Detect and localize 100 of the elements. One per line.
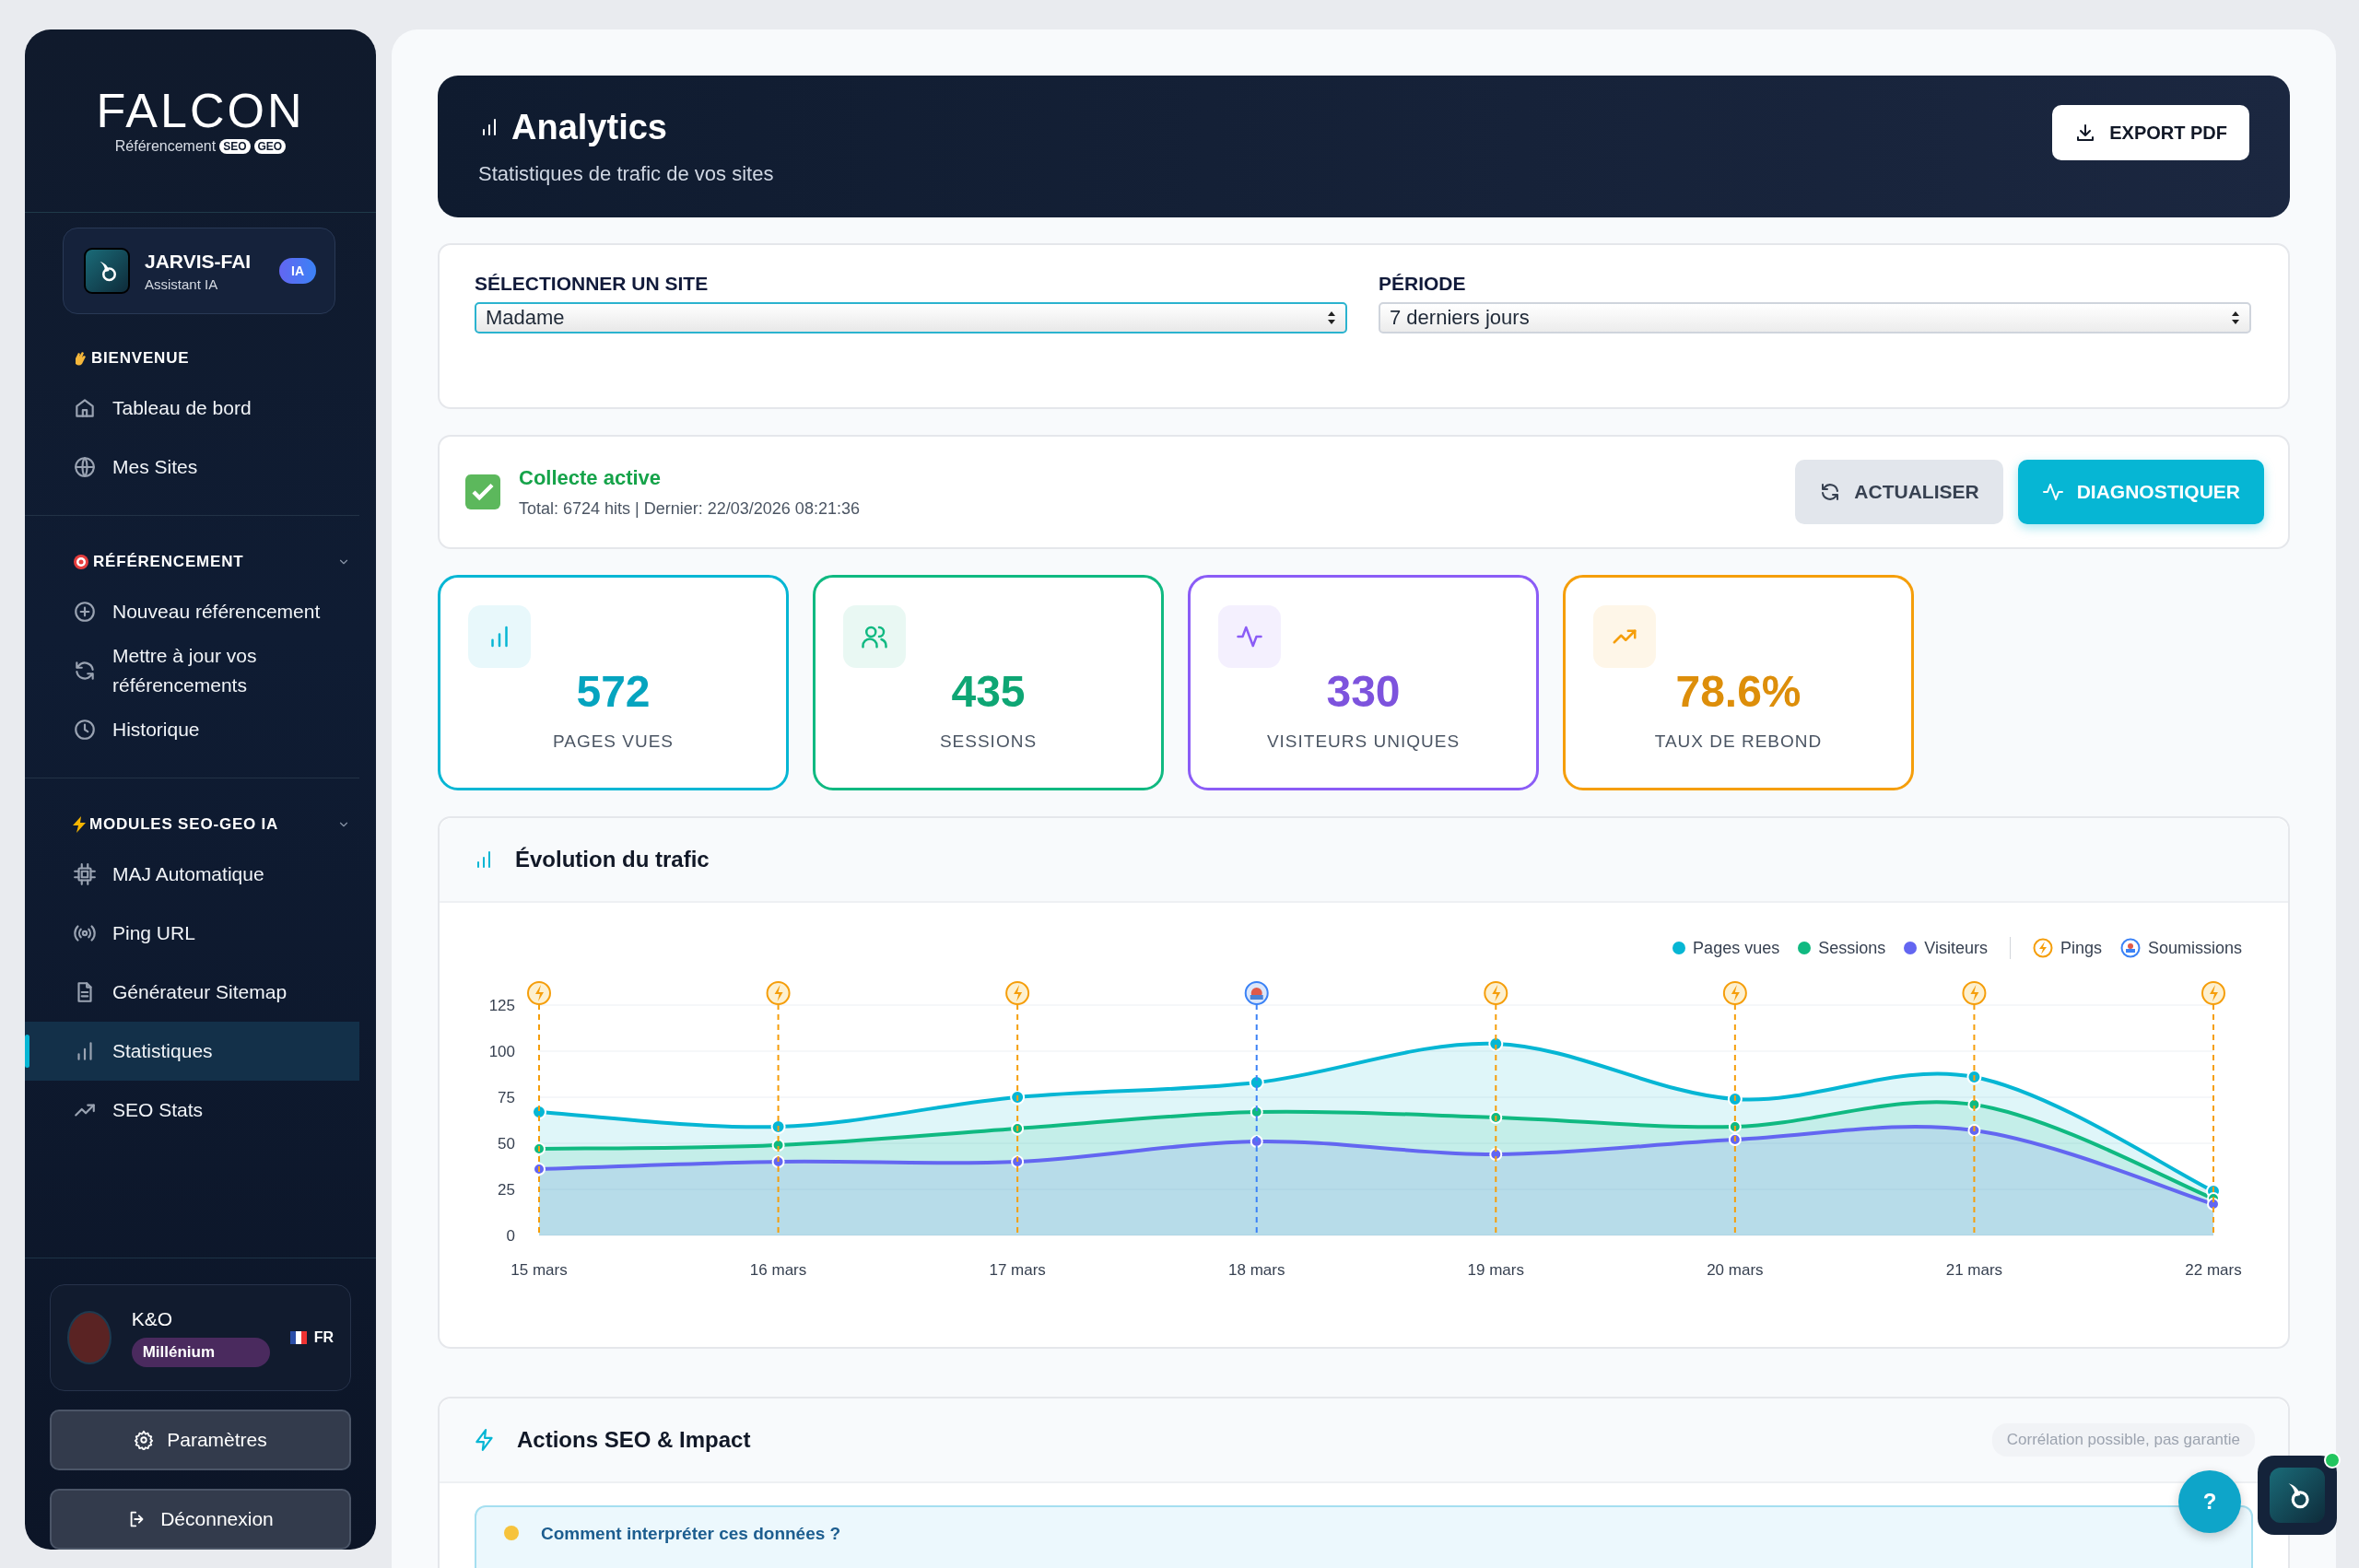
nav-item[interactable]: MAJ Automatique	[25, 845, 359, 904]
select-arrows-icon	[2231, 310, 2240, 326]
logo-tagline: Référencement	[114, 138, 217, 155]
axis-label: 22 mars	[2185, 1261, 2242, 1279]
data-point	[1250, 1135, 1263, 1148]
field-label: SÉLECTIONNER UN SITE	[475, 273, 710, 295]
pulse-icon	[2041, 481, 2064, 503]
page-title: Analytics	[511, 107, 667, 147]
nav-item[interactable]: Nouveau référencement	[25, 582, 359, 641]
user-name: K&O	[131, 1308, 174, 1330]
disclaimer-badge: Corrélation possible, pas garantie	[1991, 1423, 2255, 1457]
ai-badge: IA	[279, 258, 316, 284]
section-heading: BIENVENUE	[91, 349, 190, 368]
stat-value: 330	[1326, 666, 1401, 717]
axis-label: 25	[498, 1181, 515, 1199]
axis-label: 17 mars	[989, 1261, 1046, 1279]
status-title: Collecte active	[519, 465, 663, 490]
data-point	[770, 1119, 786, 1134]
legend-label: Visiteurs	[1924, 938, 1988, 958]
export-pdf-button[interactable]: EXPORT PDF	[2052, 105, 2249, 160]
nav-item[interactable]: Ping URL	[25, 904, 359, 963]
globe-icon	[73, 455, 97, 479]
axis-label: 19 mars	[1467, 1261, 1524, 1279]
nav-item[interactable]: Générateur Sitemap	[25, 963, 359, 1022]
stat-label: PAGES VUES	[552, 731, 675, 752]
data-point	[1011, 1122, 1025, 1135]
clock-icon	[73, 718, 97, 742]
data-point	[1967, 1124, 1981, 1137]
card-title: Évolution du trafic	[515, 847, 710, 872]
data-point	[1728, 1120, 1742, 1133]
nav-item[interactable]: Mes Sites	[25, 438, 359, 497]
bulb-icon	[504, 1526, 519, 1540]
assistant-name: JARVIS-FAI	[145, 250, 252, 273]
axis-label: 21 mars	[1945, 1261, 2003, 1279]
data-point	[1011, 1155, 1025, 1168]
axis-label: 15 mars	[511, 1261, 568, 1279]
settings-icon	[134, 1430, 155, 1450]
legend-label: Pages vues	[1693, 938, 1780, 958]
waving-hand-icon	[73, 350, 88, 367]
user-card[interactable]: K&O Millénium FR	[50, 1284, 351, 1391]
stat-label: TAUX DE REBOND	[1654, 731, 1823, 752]
data-point	[532, 1105, 546, 1119]
data-point	[771, 1139, 785, 1152]
plan-badge: Millénium	[131, 1338, 270, 1367]
section-heading: MODULES SEO-GEO IA	[89, 815, 279, 834]
lightning-icon	[73, 816, 86, 833]
card-title: Actions SEO & Impact	[517, 1427, 751, 1453]
refresh-button[interactable]: ACTUALISER	[1795, 460, 2003, 524]
axis-label: 18 mars	[1228, 1261, 1285, 1279]
legend-label: Soumissions	[2147, 938, 2242, 958]
stat-value: 78.6%	[1675, 666, 1802, 717]
axis-label: 100	[488, 1043, 515, 1060]
assistant-card[interactable]: JARVIS-FAI Assistant IA IA	[63, 228, 335, 314]
data-point	[533, 1163, 546, 1176]
nav-item[interactable]: SEO Stats	[25, 1081, 359, 1140]
section-heading: RÉFÉRENCEMENT	[93, 553, 244, 571]
data-point	[1728, 1133, 1742, 1146]
info-title: Comment interpréter ces données ?	[541, 1524, 841, 1544]
target-icon	[73, 554, 89, 570]
data-point	[1489, 1148, 1503, 1161]
flag-icon	[289, 1331, 307, 1344]
data-point	[1727, 1092, 1743, 1106]
status-detail: Total: 6724 hits | Dernier: 22/03/2026 08:21:36	[519, 498, 860, 519]
field-label: PÉRIODE	[1379, 273, 1467, 295]
settings-button[interactable]: Paramètres	[50, 1410, 351, 1470]
stat-value: 435	[951, 666, 1026, 717]
language-label: FR	[313, 1329, 334, 1346]
select-field[interactable]: Madame	[475, 302, 1347, 333]
data-point	[1010, 1090, 1026, 1105]
legend-label: Pings	[2060, 938, 2102, 958]
chip-icon	[73, 862, 97, 886]
axis-label: 125	[488, 997, 515, 1014]
axis-label: 0	[506, 1227, 515, 1245]
data-point	[1250, 1106, 1263, 1118]
nav-item[interactable]: Tableau de bord	[25, 379, 359, 438]
data-point	[1966, 1070, 1982, 1084]
select-field[interactable]: 7 derniers jours	[1379, 302, 2251, 333]
checkbox[interactable]	[465, 474, 500, 509]
stat-value: 572	[576, 666, 651, 717]
avatar-placeholder	[67, 1311, 111, 1364]
assistant-avatar-icon	[84, 248, 130, 294]
home-icon	[73, 396, 97, 420]
stat-label: SESSIONS	[939, 731, 1038, 752]
nav-item[interactable]: Statistiques	[25, 1022, 359, 1081]
nav-item[interactable]: Mettre à jour vos référencements	[25, 641, 359, 700]
axis-label: 20 mars	[1707, 1261, 1764, 1279]
logo-wordmark: FALCON	[96, 87, 305, 135]
logo-badge: SEO	[219, 139, 251, 154]
logo-badge: GEO	[253, 139, 287, 154]
plus-circle-icon	[73, 600, 97, 624]
data-point	[1967, 1098, 1981, 1111]
axis-label: 16 mars	[749, 1261, 807, 1279]
axis-label: 50	[498, 1135, 515, 1153]
select-arrows-icon	[1327, 310, 1336, 326]
nav-item[interactable]: Historique	[25, 700, 359, 759]
logout-button[interactable]: Déconnexion	[50, 1489, 351, 1550]
axis-label: 75	[498, 1089, 515, 1106]
data-point	[1488, 1036, 1504, 1051]
data-point	[771, 1155, 785, 1168]
refresh-icon	[73, 659, 97, 683]
